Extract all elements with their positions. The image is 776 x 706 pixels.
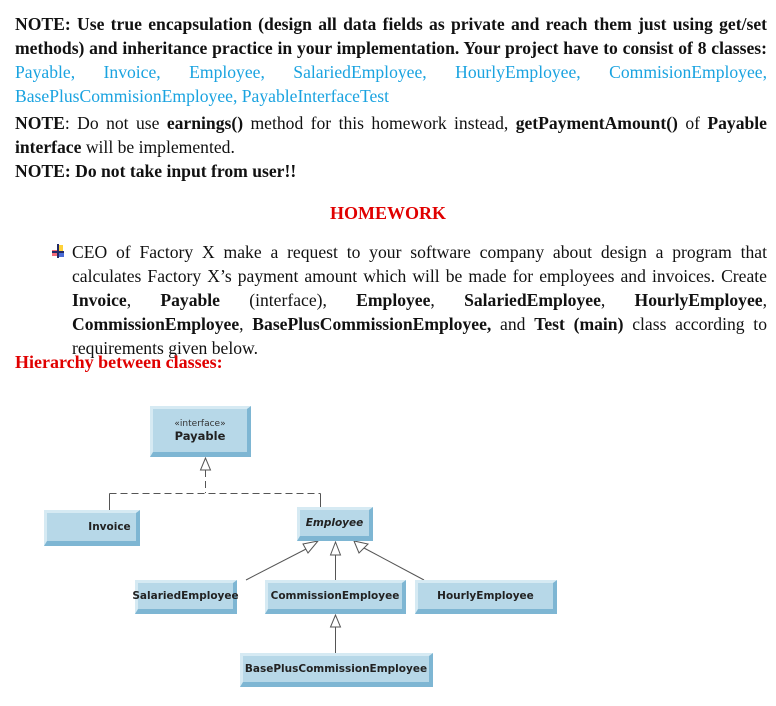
inherit-arrowhead-commission	[329, 540, 342, 556]
note-earnings: NOTE: Do not use earnings() method for t…	[15, 111, 767, 159]
homework-title: HOMEWORK	[330, 203, 446, 223]
note-encapsulation: NOTE: Use true encapsulation (design all…	[15, 12, 767, 108]
class-box-invoice: Invoice	[44, 510, 140, 546]
note-text: : Do not use	[64, 113, 167, 133]
class-box-baseplus-commission-employee: BasePlusCommissionEmployee	[240, 653, 433, 687]
plus-bullet-icon	[52, 244, 64, 258]
get-payment-method: getPaymentAmount()	[515, 113, 678, 133]
class-name-payable: Payable	[174, 428, 226, 443]
desc-text: ,	[762, 290, 767, 310]
class-list: Payable, Invoice, Employee, SalariedEmpl…	[15, 62, 767, 106]
inherit-arrowhead-hourly	[353, 540, 370, 554]
desc-text: ,	[600, 290, 635, 310]
class-name-invoice: Invoice	[88, 521, 131, 533]
class-box-salaried-employee: SalariedEmployee	[132, 580, 239, 614]
inherit-line-salaried	[245, 547, 309, 581]
class-name-hourly-employee: HourlyEmployee	[437, 590, 534, 602]
class-name-commission-employee: CommissionEmployee	[270, 590, 400, 602]
homework-description: CEO of Factory X make a request to your …	[72, 240, 767, 360]
class-invoice-term: Invoice	[72, 290, 127, 310]
desc-text: and	[491, 314, 535, 334]
note-text: of	[677, 113, 708, 133]
note-encapsulation-text: NOTE: Use true encapsulation (design all…	[15, 14, 767, 58]
realization-arrowhead	[199, 456, 212, 471]
class-commission-term: CommissionEmployee	[72, 314, 240, 334]
note-text: method for this homework instead,	[243, 113, 516, 133]
class-name-employee: Employee	[305, 517, 364, 529]
class-box-hourly-employee: HourlyEmployee	[415, 580, 557, 614]
desc-text: CEO of Factory X make a request to your …	[72, 242, 767, 286]
class-hourly-term: HourlyEmployee	[634, 290, 763, 310]
class-salaried-term: SalariedEmployee	[464, 290, 601, 310]
interface-stereotype: «interface»	[174, 418, 226, 429]
inherit-arrowhead-salaried	[302, 540, 320, 554]
class-payable-term: Payable	[160, 290, 220, 310]
class-box-payable: «interface» Payable	[150, 406, 251, 457]
note-no-input: NOTE: Do not take input from user!!	[15, 161, 297, 181]
desc-text: (interface),	[220, 290, 357, 310]
note-label: NOTE	[15, 113, 65, 133]
class-baseplus-term: BasePlusCommissionEmployee,	[252, 314, 492, 334]
desc-text: ,	[239, 314, 253, 334]
desc-text: ,	[126, 290, 161, 310]
hierarchy-title: Hierarchy between classes:	[15, 352, 223, 372]
class-box-commission-employee: CommissionEmployee	[265, 580, 406, 614]
class-test-term: Test (main)	[534, 314, 624, 334]
inherit-arrowhead-baseplus	[329, 613, 342, 628]
inherit-line-hourly	[363, 547, 425, 581]
desc-text: ,	[430, 290, 465, 310]
earnings-method: earnings()	[166, 113, 244, 133]
class-employee-term: Employee	[356, 290, 431, 310]
class-name-salaried-employee: SalariedEmployee	[132, 590, 239, 602]
class-name-baseplus-commission-employee: BasePlusCommissionEmployee	[244, 663, 428, 675]
class-box-employee: Employee	[297, 507, 373, 541]
note-text: will be implemented.	[81, 137, 235, 157]
